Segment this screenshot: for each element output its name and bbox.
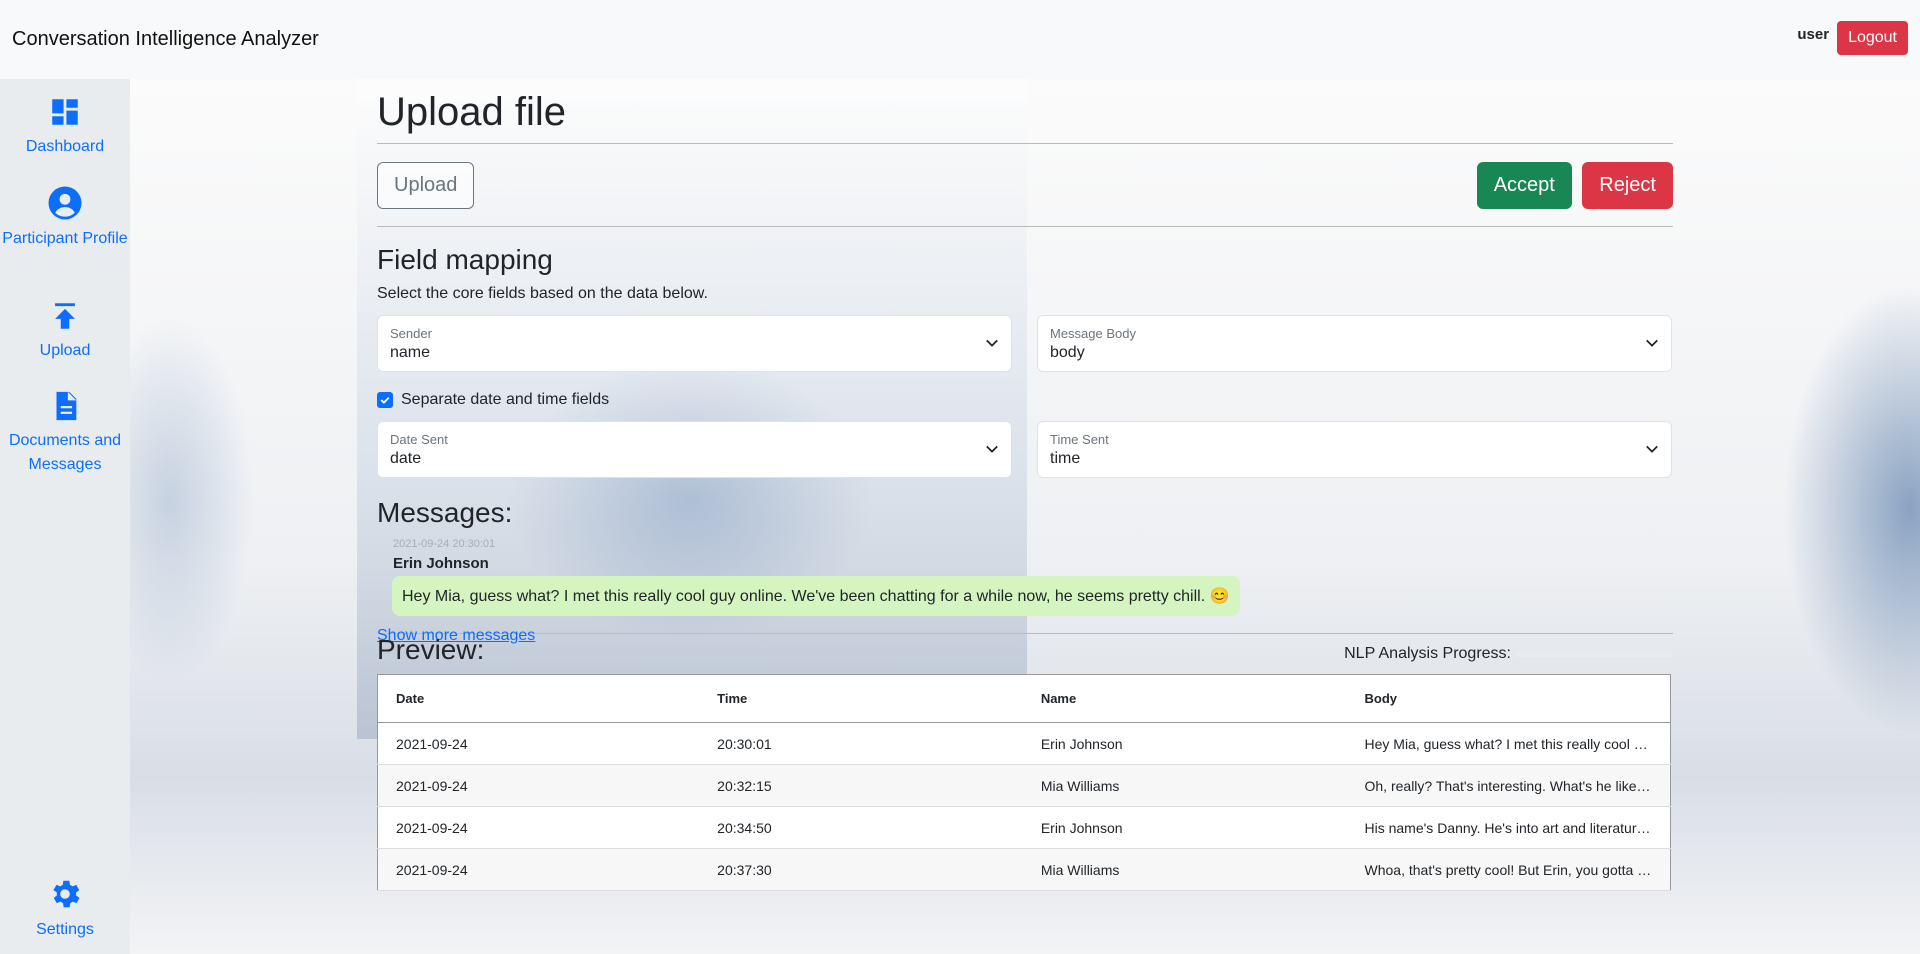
cell-name: Mia Williams [1022, 848, 1347, 891]
cell-body: Hey Mia, guess what? I met this really c… [1346, 722, 1671, 765]
date-sent-select-label: Date Sent [390, 432, 448, 447]
message-bubble: Hey Mia, guess what? I met this really c… [392, 576, 1240, 616]
chevron-down-icon [1646, 445, 1658, 453]
nlp-progress-label: NLP Analysis Progress: [1344, 645, 1511, 662]
cell-time: 20:37:30 [699, 848, 1023, 891]
cell-time: 20:30:01 [699, 722, 1023, 765]
gear-icon [53, 880, 80, 908]
table-row: 2021-09-24 20:37:30 Mia Williams Whoa, t… [377, 848, 1671, 891]
messages-title: Messages: [377, 497, 513, 528]
page-title: Upload file [377, 90, 567, 134]
table-row: 2021-09-24 20:30:01 Erin Johnson Hey Mia… [377, 722, 1671, 765]
upload-button[interactable]: Upload [377, 161, 475, 209]
field-row-1: Sender name Message Body body [377, 315, 1673, 372]
person-icon [48, 186, 82, 220]
time-sent-select-value: time [1050, 450, 1081, 467]
time-sent-select-label: Time Sent [1050, 432, 1109, 447]
chevron-down-icon [986, 445, 998, 453]
user-name: user [1797, 26, 1830, 43]
field-mapping-title: Field mapping [377, 244, 553, 275]
sidebar-item-label: Dashboard [25, 138, 105, 155]
sender-select[interactable]: Sender name [377, 315, 1012, 372]
nlp-progress-bar [1515, 651, 1673, 657]
chevron-down-icon [1646, 339, 1658, 347]
action-toolbar: Upload Accept Reject [377, 144, 1673, 226]
nlp-progress: NLP Analysis Progress: [1344, 645, 1673, 663]
cell-date: 2021-09-24 [377, 722, 700, 765]
separate-date-time-checkbox[interactable] [377, 392, 393, 408]
table-row: 2021-09-24 20:34:50 Erin Johnson His nam… [377, 806, 1671, 849]
cell-body: His name's Danny. He's into art and lite… [1346, 806, 1671, 849]
decision-buttons: Accept Reject [1476, 161, 1673, 209]
sidebar-item-settings[interactable]: Settings [0, 876, 130, 942]
separate-date-time-option: Separate date and time fields [377, 391, 1673, 409]
app-title: Conversation Intelligence Analyzer [12, 28, 319, 50]
sidebar-item-dashboard[interactable]: Dashboard [0, 95, 130, 159]
preview-table: Date Time Name Body 2021-09-24 20:30:01 … [377, 674, 1671, 891]
cell-name: Erin Johnson [1022, 722, 1347, 765]
divider [377, 633, 1673, 634]
time-sent-select[interactable]: Time Sent time [1037, 421, 1672, 478]
cell-time: 20:32:15 [699, 764, 1023, 807]
check-icon [380, 397, 390, 404]
column-header-time[interactable]: Time [699, 674, 1023, 723]
sidebar-item-label: Participant Profile [2, 230, 128, 247]
field-mapping-help: Select the core fields based on the data… [377, 285, 708, 302]
message-body-select[interactable]: Message Body body [1037, 315, 1672, 372]
table-header-row: Date Time Name Body [377, 674, 1671, 723]
sidebar-item-label: Documents and Messages [8, 432, 122, 473]
cell-body: Oh, really? That's interesting. What's h… [1346, 764, 1671, 807]
main-content: Upload file Upload Accept Reject Field m… [377, 79, 1673, 891]
sidebar-item-documents-messages[interactable]: Documents and Messages [0, 389, 130, 477]
cell-date: 2021-09-24 [377, 806, 700, 849]
table-row: 2021-09-24 20:32:15 Mia Williams Oh, rea… [377, 764, 1671, 807]
reject-button[interactable]: Reject [1582, 161, 1673, 209]
chevron-down-icon [986, 339, 998, 347]
upload-icon [55, 303, 75, 329]
sender-select-value: name [390, 344, 431, 361]
message-body-select-value: body [1050, 344, 1085, 361]
preview-title: Preview: [377, 634, 485, 665]
show-more-messages-link[interactable]: Show more messages [377, 627, 1673, 645]
accept-button[interactable]: Accept [1476, 161, 1572, 209]
sidebar: Dashboard Participant Profile Upload Doc… [0, 79, 130, 954]
user-area: user Logout [1797, 20, 1908, 55]
sender-select-label: Sender [390, 326, 432, 341]
cell-date: 2021-09-24 [377, 764, 700, 807]
column-header-name[interactable]: Name [1022, 674, 1347, 723]
sidebar-item-label: Settings [36, 921, 94, 938]
message-timestamp: 2021-09-24 20:30:01 [393, 538, 496, 550]
top-bar: Conversation Intelligence Analyzer user … [0, 0, 1920, 79]
field-row-2: Date Sent date Time Sent time [377, 421, 1673, 478]
cell-name: Mia Williams [1022, 764, 1347, 807]
date-sent-select[interactable]: Date Sent date [377, 421, 1012, 478]
dashboard-icon [52, 99, 78, 125]
cell-name: Erin Johnson [1022, 806, 1347, 849]
divider [377, 226, 1673, 227]
column-header-body[interactable]: Body [1346, 674, 1671, 723]
logout-button[interactable]: Logout [1837, 20, 1908, 55]
cell-time: 20:34:50 [699, 806, 1023, 849]
message-sender: Erin Johnson [393, 555, 489, 572]
sidebar-item-upload[interactable]: Upload [0, 299, 130, 363]
separate-date-time-label[interactable]: Separate date and time fields [401, 391, 609, 409]
column-header-date[interactable]: Date [377, 674, 700, 723]
sidebar-item-label: Upload [39, 342, 91, 359]
cell-body: Whoa, that's pretty cool! But Erin, you … [1346, 848, 1671, 891]
sidebar-item-participant-profile[interactable]: Participant Profile [0, 185, 130, 251]
cell-date: 2021-09-24 [377, 848, 700, 891]
date-sent-select-value: date [390, 450, 422, 467]
document-icon [56, 391, 77, 421]
message-body-select-label: Message Body [1050, 326, 1136, 341]
